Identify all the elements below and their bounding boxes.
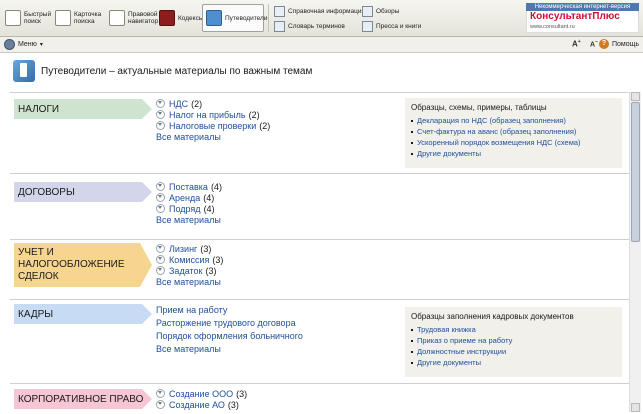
box-link[interactable]: Счет-фактура на аванс (образец заполнени… <box>411 126 616 137</box>
expand-arrow-icon[interactable] <box>156 389 165 398</box>
scroll-thumb[interactable] <box>631 102 640 242</box>
link-contract-work[interactable]: Подряд (4) <box>156 203 222 214</box>
expand-arrow-icon[interactable] <box>156 255 165 264</box>
search-card-icon <box>55 10 71 26</box>
reviews-link[interactable]: Обзоры <box>362 6 399 17</box>
section-corporate: КОРПОРАТИВНОЕ ПРАВО Создание ООО (3) Созд… <box>10 383 629 414</box>
guides-book-icon <box>13 60 35 82</box>
secondary-bar: Меню ▾ A+ A− ? Помощь <box>0 37 643 53</box>
section-contracts: ДОГОВОРЫ Поставка (4) Аренда (4) Подряд (4)… <box>10 173 629 234</box>
expand-arrow-icon[interactable] <box>156 204 165 213</box>
all-materials-accounting[interactable]: Все материалы <box>156 276 223 289</box>
guides-content: НАЛОГИ НДС (2) Налог на прибыль (2) Налого… <box>10 92 629 414</box>
navigator-icon <box>109 10 125 26</box>
glossary-link[interactable]: Словарь терминов <box>274 21 345 32</box>
link-hiring[interactable]: Прием на работу <box>156 304 303 317</box>
page-header: Путеводители – актуальные материалы по в… <box>13 60 312 82</box>
all-materials-contracts[interactable]: Все материалы <box>156 214 222 227</box>
toolbar-separator <box>268 4 269 32</box>
scroll-down-arrow-icon[interactable] <box>631 403 640 412</box>
section-accounting: УЧЕТ И НАЛОГООБЛОЖЕНИЕ СДЕЛОК Лизинг (3) … <box>10 239 629 300</box>
link-deposit[interactable]: Задаток (3) <box>156 265 223 276</box>
box-link[interactable]: Другие документы <box>411 357 616 368</box>
links-hr: Прием на работу Расторжение трудового до… <box>156 304 303 356</box>
glossary-icon <box>274 21 285 32</box>
box-link[interactable]: Ускоренный порядок возмещения НДС (схема… <box>411 137 616 148</box>
guides-button[interactable]: Путеводители <box>202 4 267 32</box>
all-materials-hr[interactable]: Все материалы <box>156 343 303 356</box>
link-create-llc[interactable]: Создание ООО (3) <box>156 388 247 399</box>
box-link[interactable]: Декларация по НДС (образец заполнения) <box>411 115 616 126</box>
all-materials-taxes[interactable]: Все материалы <box>156 131 270 144</box>
reference-info-icon <box>274 6 285 17</box>
link-profit-tax[interactable]: Налог на прибыль (2) <box>156 109 270 120</box>
vertical-scrollbar[interactable] <box>629 92 641 412</box>
box-link[interactable]: Приказ о приеме на работу <box>411 335 616 346</box>
expand-arrow-icon[interactable] <box>156 110 165 119</box>
font-decrease-button[interactable]: A− <box>590 39 598 48</box>
category-label-accounting[interactable]: УЧЕТ И НАЛОГООБЛОЖЕНИЕ СДЕЛОК <box>14 243 125 287</box>
box-link[interactable]: Трудовая книжка <box>411 324 616 335</box>
samples-box-hr: Образцы заполнения кадровых документов Т… <box>405 307 622 377</box>
search-card-button[interactable]: Карточка поиска <box>52 4 104 32</box>
press-books-icon <box>362 21 373 32</box>
font-increase-button[interactable]: A+ <box>572 39 581 49</box>
press-books-link[interactable]: Пресса и книги <box>362 21 421 32</box>
link-create-jsc[interactable]: Создание АО (3) <box>156 399 247 410</box>
codes-book-icon <box>159 10 175 26</box>
samples-box-taxes: Образцы, схемы, примеры, таблицы Деклара… <box>405 98 622 168</box>
box-link[interactable]: Другие документы <box>411 148 616 159</box>
link-tax-audits[interactable]: Налоговые проверки (2) <box>156 120 270 131</box>
link-leasing[interactable]: Лизинг (3) <box>156 243 223 254</box>
quick-search-button[interactable]: Быстрый поиск <box>2 4 51 32</box>
reviews-icon <box>362 6 373 17</box>
codes-button[interactable]: Кодексы <box>156 4 204 32</box>
link-termination[interactable]: Расторжение трудового договора <box>156 317 303 330</box>
help-icon: ? <box>598 39 609 49</box>
category-label-taxes[interactable]: НАЛОГИ <box>14 99 148 119</box>
links-corporate: Создание ООО (3) Создание АО (3) <box>156 388 247 410</box>
brand-logo[interactable]: Некоммерческая интернет-версия Консульта… <box>526 3 639 34</box>
link-lease[interactable]: Аренда (4) <box>156 192 222 203</box>
expand-arrow-icon[interactable] <box>156 182 165 191</box>
category-label-hr[interactable]: КАДРЫ <box>14 304 148 324</box>
category-label-corporate[interactable]: КОРПОРАТИВНОЕ ПРАВО <box>14 389 148 409</box>
box-link[interactable]: Должностные инструкции <box>411 346 616 357</box>
expand-arrow-icon[interactable] <box>156 400 165 409</box>
section-hr: КАДРЫ Прием на работу Расторжение трудов… <box>10 299 629 386</box>
expand-arrow-icon[interactable] <box>156 244 165 253</box>
help-button[interactable]: ? Помощь <box>598 39 639 49</box>
reference-info-link[interactable]: Справочная информация <box>274 6 365 17</box>
link-commission[interactable]: Комиссия (3) <box>156 254 223 265</box>
scroll-up-arrow-icon[interactable] <box>631 92 640 101</box>
expand-arrow-icon[interactable] <box>156 266 165 275</box>
link-sick-leave[interactable]: Порядок оформления больничного <box>156 330 303 343</box>
menu-button[interactable]: Меню ▾ <box>4 39 43 50</box>
expand-arrow-icon[interactable] <box>156 193 165 202</box>
link-supply[interactable]: Поставка (4) <box>156 181 222 192</box>
section-taxes: НАЛОГИ НДС (2) Налог на прибыль (2) Налого… <box>10 92 629 180</box>
links-taxes: НДС (2) Налог на прибыль (2) Налоговые про… <box>156 98 270 144</box>
main-toolbar: Быстрый поиск Карточка поиска Правовой н… <box>0 0 643 37</box>
category-label-contracts[interactable]: ДОГОВОРЫ <box>14 182 148 202</box>
links-accounting: Лизинг (3) Комиссия (3) Задаток (3) Все мат… <box>156 243 223 289</box>
chevron-down-icon: ▾ <box>39 42 43 48</box>
link-vat[interactable]: НДС (2) <box>156 98 270 109</box>
expand-arrow-icon[interactable] <box>156 121 165 130</box>
guides-icon <box>206 10 222 26</box>
expand-arrow-icon[interactable] <box>156 99 165 108</box>
page-title: Путеводители – актуальные материалы по в… <box>41 65 313 77</box>
legal-navigator-button[interactable]: Правовой навигатор <box>106 4 158 32</box>
menu-icon <box>4 39 15 50</box>
links-contracts: Поставка (4) Аренда (4) Подряд (4) Все мате… <box>156 181 222 227</box>
quick-search-icon <box>5 10 21 26</box>
